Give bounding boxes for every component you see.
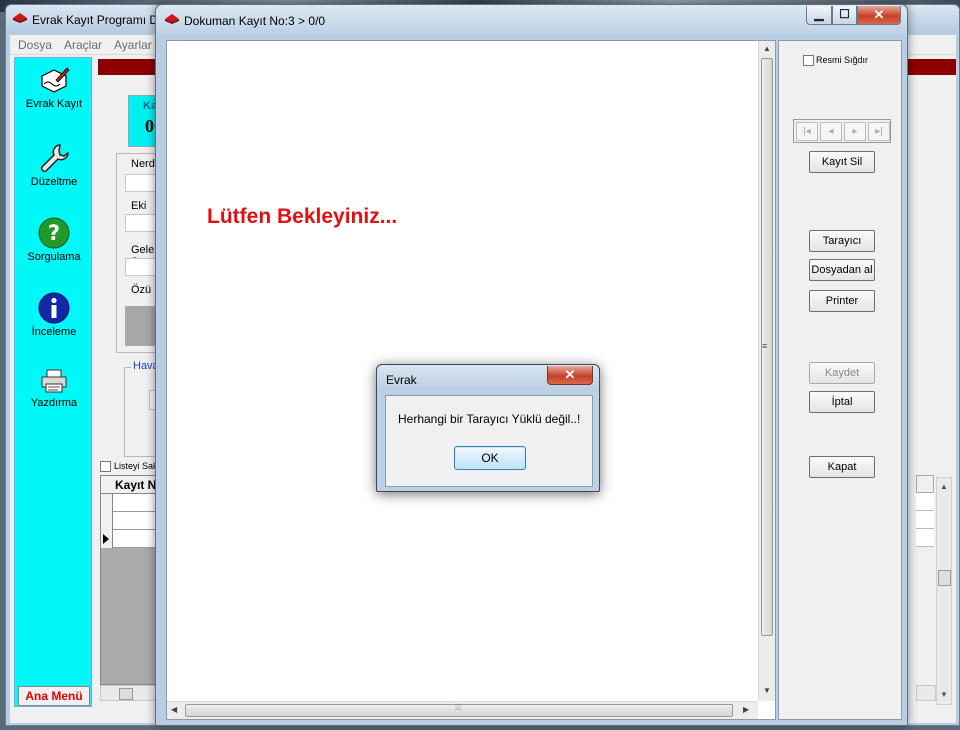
scroll-down-icon[interactable]: ▼: [940, 690, 948, 699]
info-icon: [38, 292, 70, 324]
ozu-label: Özü: [131, 284, 152, 296]
sidebar-item-yazdirma[interactable]: Yazdırma: [15, 363, 93, 433]
scroll-thumb[interactable]: [119, 688, 133, 700]
dialog-body: Herhangi bir Tarayıcı Yüklü değil..! OK: [385, 395, 593, 487]
scroll-left-icon[interactable]: ◀: [171, 705, 177, 714]
printer-button[interactable]: Printer: [809, 290, 875, 312]
document-edit-icon: [40, 67, 70, 93]
minimize-icon: ▁: [814, 7, 824, 21]
scroll-grip-icon: ≡: [762, 341, 768, 351]
sidebar-item-label: Sorgulama: [27, 251, 81, 263]
main-window-title: Evrak Kayıt Programı De: [32, 13, 165, 27]
checkbox-box[interactable]: [100, 461, 111, 473]
close-button[interactable]: ✕: [857, 6, 901, 25]
menu-araclar[interactable]: Araçlar: [64, 38, 102, 52]
document-titlebar[interactable]: Dokuman Kayıt No:3 > 0/0 ▁ ☐ ✕: [156, 5, 907, 35]
sidebar: Evrak Kayıt Düzeltme ? Sorgulama İncelem…: [14, 57, 92, 707]
wrench-icon: [40, 144, 69, 173]
message-dialog: Evrak ✕ Herhangi bir Tarayıcı Yüklü deği…: [376, 364, 600, 492]
app-logo-icon: [13, 13, 27, 23]
preview-vertical-scrollbar[interactable]: ▲ ≡ ▼: [758, 41, 775, 701]
record-navigator: |◂ ◂ ▸ ▸|: [793, 119, 891, 143]
checkbox-box[interactable]: [803, 55, 814, 67]
tarayici-button[interactable]: Tarayıcı: [809, 230, 875, 252]
scroll-thumb[interactable]: [938, 570, 951, 586]
nav-next-button[interactable]: ▸: [844, 122, 866, 141]
scroll-grip-icon: ⦙⦙⦙: [455, 702, 462, 712]
printer-icon: [41, 369, 67, 393]
wait-message: Lütfen Bekleyiniz...: [207, 205, 398, 228]
preview-horizontal-scrollbar[interactable]: ◀ ⦙⦙⦙ ▶: [167, 701, 758, 719]
kaydet-button[interactable]: Kaydet: [809, 362, 875, 384]
kayit-sil-button[interactable]: Kayıt Sil: [809, 151, 875, 173]
grid-header-right: [916, 475, 934, 493]
svg-text:?: ?: [48, 221, 60, 245]
scroll-up-icon[interactable]: ▲: [763, 44, 771, 53]
sidebar-item-label: İnceleme: [31, 326, 77, 338]
grid-vertical-scrollbar[interactable]: ▲ ▼: [936, 477, 952, 705]
kapat-button[interactable]: Kapat: [809, 456, 875, 478]
nav-last-button[interactable]: ▸|: [868, 122, 890, 141]
dosyadan-al-button[interactable]: Dosyadan al: [809, 259, 875, 281]
resmi-sigdir-checkbox[interactable]: Resmi Sığdır: [803, 55, 869, 67]
sidebar-item-duzeltme[interactable]: Düzeltme: [15, 138, 93, 208]
scroll-down-icon[interactable]: ▼: [763, 686, 771, 695]
document-window-title: Dokuman Kayıt No:3 > 0/0: [184, 14, 326, 28]
resmi-sigdir-label: Resmi Sığdır: [816, 55, 869, 65]
dialog-title: Evrak: [386, 373, 417, 387]
sidebar-item-sorgulama[interactable]: ? Sorgulama: [15, 213, 93, 283]
minimize-button[interactable]: ▁: [806, 6, 832, 25]
iptal-button[interactable]: İptal: [809, 391, 875, 413]
eki-label: Eki: [131, 200, 147, 212]
nav-prev-button[interactable]: ◂: [820, 122, 842, 141]
document-side-panel: Resmi Sığdır |◂ ◂ ▸ ▸| Kayıt Sil Tarayıc…: [778, 40, 902, 720]
grid-right-scroll-arrow[interactable]: [916, 685, 936, 701]
sidebar-item-inceleme[interactable]: İnceleme: [15, 288, 93, 358]
sidebar-item-evrak-kayit[interactable]: Evrak Kayıt: [15, 62, 93, 132]
sidebar-item-label: Evrak Kayıt: [25, 98, 83, 110]
table-row: [916, 493, 934, 511]
app-logo-icon: [165, 14, 179, 24]
maximize-icon: ☐: [839, 7, 850, 21]
ana-menu-button[interactable]: Ana Menü: [18, 686, 90, 706]
question-icon: ?: [38, 217, 70, 249]
current-row-arrow-icon: [103, 534, 109, 544]
dialog-close-button[interactable]: ✕: [547, 366, 593, 385]
close-icon: ✕: [564, 367, 576, 382]
menu-ayarlar[interactable]: Ayarlar: [114, 38, 152, 52]
close-icon: ✕: [873, 7, 885, 22]
nav-first-button[interactable]: |◂: [796, 122, 818, 141]
menu-dosya[interactable]: Dosya: [18, 38, 52, 52]
sidebar-item-label: Düzeltme: [30, 176, 78, 188]
ok-button[interactable]: OK: [454, 446, 526, 470]
table-row: [916, 529, 934, 547]
maximize-button[interactable]: ☐: [832, 6, 857, 25]
table-row: [916, 511, 934, 529]
dialog-message: Herhangi bir Tarayıcı Yüklü değil..!: [398, 412, 581, 426]
scroll-up-icon[interactable]: ▲: [940, 482, 948, 491]
scroll-right-icon[interactable]: ▶: [743, 705, 749, 714]
sidebar-item-label: Yazdırma: [30, 397, 78, 409]
